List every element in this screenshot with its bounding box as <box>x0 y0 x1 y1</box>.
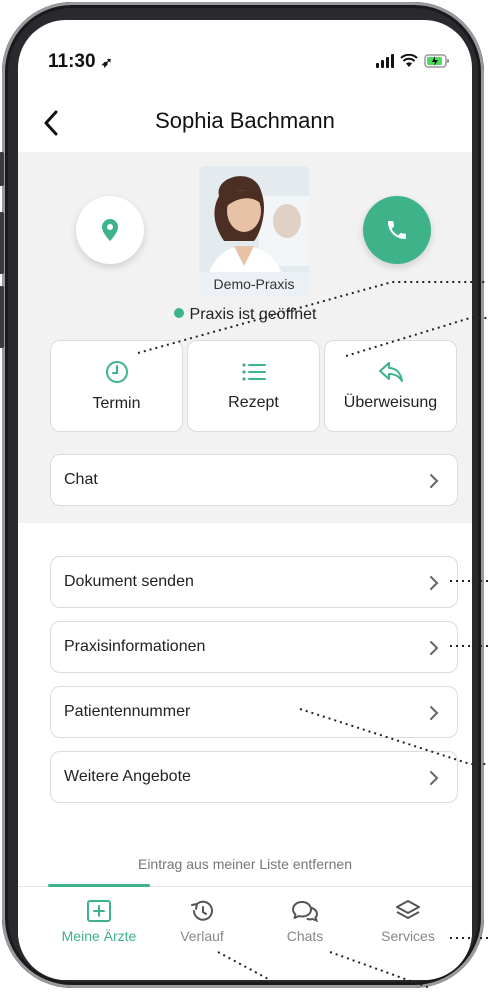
map-pin-icon <box>102 219 118 241</box>
location-arrow-icon: ➶ <box>100 54 113 70</box>
plus-square-icon <box>87 900 111 922</box>
chevron-right-icon <box>430 771 439 785</box>
photo-caption: Demo-Praxis <box>199 272 309 296</box>
reply-arrow-icon <box>378 362 403 382</box>
tab-my-doctors[interactable]: Meine Ärzte <box>44 899 154 944</box>
app-screen: 11:30 ➶ Sophia Bachmann Demo-Praxis Prax… <box>18 20 472 980</box>
layers-icon <box>396 900 420 919</box>
signal-icon <box>376 54 394 68</box>
practice-info-item[interactable]: Praxisinformationen <box>50 621 458 673</box>
history-icon <box>191 900 213 921</box>
chevron-right-icon <box>430 641 439 655</box>
open-status-dot-icon <box>173 308 184 318</box>
wifi-icon <box>400 54 418 68</box>
status-time-text: 11:30 <box>48 51 96 72</box>
phone-frame: 11:30 ➶ Sophia Bachmann Demo-Praxis Prax… <box>0 2 484 988</box>
page-title: Sophia Bachmann <box>155 108 335 133</box>
tab-history-label: Verlauf <box>180 928 224 944</box>
volume-up-button <box>0 212 4 274</box>
tab-services[interactable]: Services <box>353 899 463 944</box>
status-bar: 11:30 ➶ <box>18 20 472 100</box>
patient-number-label: Patientennummer <box>64 703 191 720</box>
referral-label: Überweisung <box>343 394 438 411</box>
prescription-button[interactable]: Rezept <box>187 340 320 432</box>
chat-item[interactable]: Chat <box>50 454 458 506</box>
practice-header-section: Demo-Praxis Praxis ist geöffnet Termin R… <box>18 152 472 523</box>
more-offers-item[interactable]: Weitere Angebote <box>50 751 458 803</box>
call-button[interactable] <box>363 196 431 264</box>
location-button[interactable] <box>76 196 144 264</box>
chat-label: Chat <box>64 471 98 488</box>
volume-down-button <box>0 286 4 348</box>
appointment-button[interactable]: Termin <box>50 340 183 432</box>
status-icons <box>376 54 450 68</box>
battery-icon <box>424 54 450 68</box>
chevron-right-icon <box>430 706 439 720</box>
tab-chats-label: Chats <box>286 928 324 944</box>
chevron-right-icon <box>430 576 439 590</box>
more-offers-label: Weitere Angebote <box>64 768 191 785</box>
referral-button[interactable]: Überweisung <box>324 340 457 432</box>
patient-number-item[interactable]: Patientennummer <box>50 686 458 738</box>
tab-bar: Meine Ärzte Verlauf Chats Services <box>18 884 472 980</box>
phone-icon <box>388 221 406 239</box>
practice-info-label: Praxisinformationen <box>64 638 206 655</box>
practice-status-text: Praxis ist geöffnet <box>189 306 317 323</box>
send-document-label: Dokument senden <box>64 573 194 590</box>
appointment-label: Termin <box>92 395 141 412</box>
tab-history[interactable]: Verlauf <box>147 899 257 944</box>
status-time: 11:30 ➶ <box>48 51 113 73</box>
remove-entry-link[interactable]: Eintrag aus meiner Liste entfernen <box>18 856 472 872</box>
tab-my-doctors-label: Meine Ärzte <box>61 928 137 944</box>
chat-bubbles-icon <box>292 901 319 923</box>
prescription-label: Rezept <box>228 394 279 411</box>
active-tab-indicator <box>48 884 150 887</box>
clock-icon <box>105 361 128 383</box>
practice-status: Praxis ist geöffnet <box>18 306 472 324</box>
list-icon <box>241 363 266 381</box>
chevron-right-icon <box>430 474 439 488</box>
send-document-item[interactable]: Dokument senden <box>50 556 458 608</box>
mute-switch <box>0 152 4 186</box>
navigation-header: Sophia Bachmann <box>18 100 472 150</box>
action-row: Termin Rezept Überweisung <box>50 340 457 432</box>
tab-services-label: Services <box>381 928 435 944</box>
tab-chats[interactable]: Chats <box>250 899 360 944</box>
doctor-photo: Demo-Praxis <box>199 166 309 296</box>
